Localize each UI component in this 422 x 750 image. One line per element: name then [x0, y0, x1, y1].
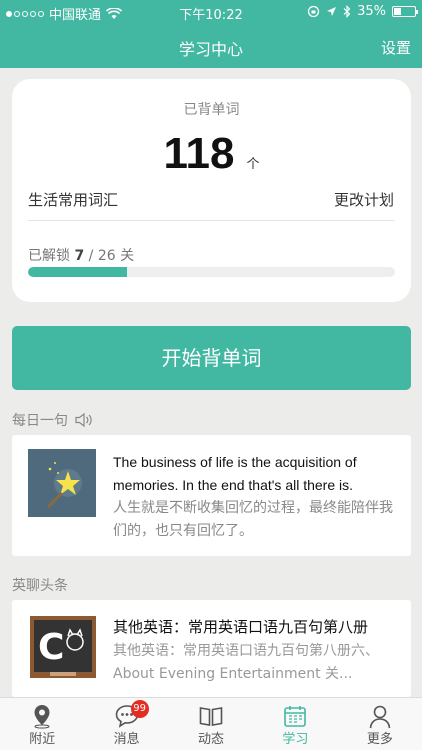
daily-sentence-english: The business of life is the acquisition …: [113, 454, 357, 493]
settings-button[interactable]: 设置: [381, 37, 411, 58]
unlocked-count: 7: [74, 248, 85, 264]
tab-label-feed: 动态: [198, 732, 225, 747]
tab-label-messages: 消息: [113, 732, 140, 747]
memorized-words-label: 已背单词: [183, 102, 240, 118]
plan-name: 生活常用词汇: [28, 191, 119, 209]
word-count-number: 118: [163, 129, 235, 178]
daily-sentence-label: 每日一句: [12, 413, 68, 429]
message-badge: 99: [130, 700, 149, 718]
level-progress-fill: [28, 267, 127, 277]
page-title: 学习中心: [178, 40, 243, 59]
news-header: 英聊头条: [12, 578, 68, 594]
daily-sentence-image: [28, 449, 96, 517]
divider: [28, 220, 395, 221]
daily-sentence-card[interactable]: The business of life is the acquisition …: [12, 435, 411, 556]
word-count-unit: 个: [246, 157, 260, 172]
start-memorizing-button[interactable]: 开始背单词: [12, 326, 411, 390]
status-bar: 中国联通 下午10:22 35%: [0, 0, 422, 24]
location-arrow-icon: [327, 7, 337, 16]
unlock-prefix: 已解锁: [28, 248, 70, 264]
tab-feed[interactable]: 动态: [169, 698, 253, 750]
word-progress-card: 已背单词 118 个 生活常用词汇 更改计划 已解锁 7 / 26 关: [12, 79, 411, 302]
total-levels: / 26: [88, 248, 116, 264]
change-plan-button[interactable]: 更改计划: [334, 189, 394, 210]
news-thumbnail: C: [30, 614, 96, 680]
tab-bar: 附近 99 消息 动态 学习 更多: [0, 697, 422, 750]
tab-more[interactable]: 更多: [338, 698, 422, 750]
tab-study[interactable]: 学习: [253, 698, 337, 750]
word-count: 118 个: [12, 129, 411, 179]
news-description: 其他英语：常用英语口语九百句第八册六、 About Evening Entert…: [113, 643, 379, 682]
calendar-icon: [284, 706, 307, 727]
rotation-lock-icon: [307, 5, 320, 18]
tab-label-more: 更多: [366, 732, 393, 747]
person-icon: [369, 705, 391, 729]
daily-sentence-header: 每日一句: [12, 410, 94, 430]
battery-percent: 35%: [357, 4, 386, 19]
tab-label-nearby: 附近: [29, 732, 56, 747]
unlock-suffix: 关: [120, 248, 135, 264]
unlock-status: 已解锁 7 / 26 关: [28, 245, 134, 265]
svg-text:C: C: [38, 627, 64, 668]
news-card[interactable]: C 其他英语：常用英语口语九百句第八册 其他英语：常用英语口语九百句第八册六、 …: [12, 600, 411, 697]
daily-sentence-chinese: 人生就是不断收集回忆的过程，最终能陪伴我们的，也只有回忆了。: [113, 500, 393, 539]
bluetooth-icon: [343, 5, 351, 18]
location-pin-icon: [34, 705, 50, 729]
tab-nearby[interactable]: 附近: [0, 698, 84, 750]
tab-label-study: 学习: [282, 732, 309, 747]
status-right: 35%: [307, 4, 418, 19]
level-progress-bar: [28, 267, 395, 277]
tab-messages[interactable]: 99 消息: [84, 698, 168, 750]
open-book-icon: [199, 707, 223, 726]
speaker-icon[interactable]: [74, 412, 94, 428]
news-title: 其他英语：常用英语口语九百句第八册: [113, 618, 369, 636]
nav-bar: 学习中心 设置: [0, 24, 422, 68]
battery-icon: [392, 6, 418, 17]
